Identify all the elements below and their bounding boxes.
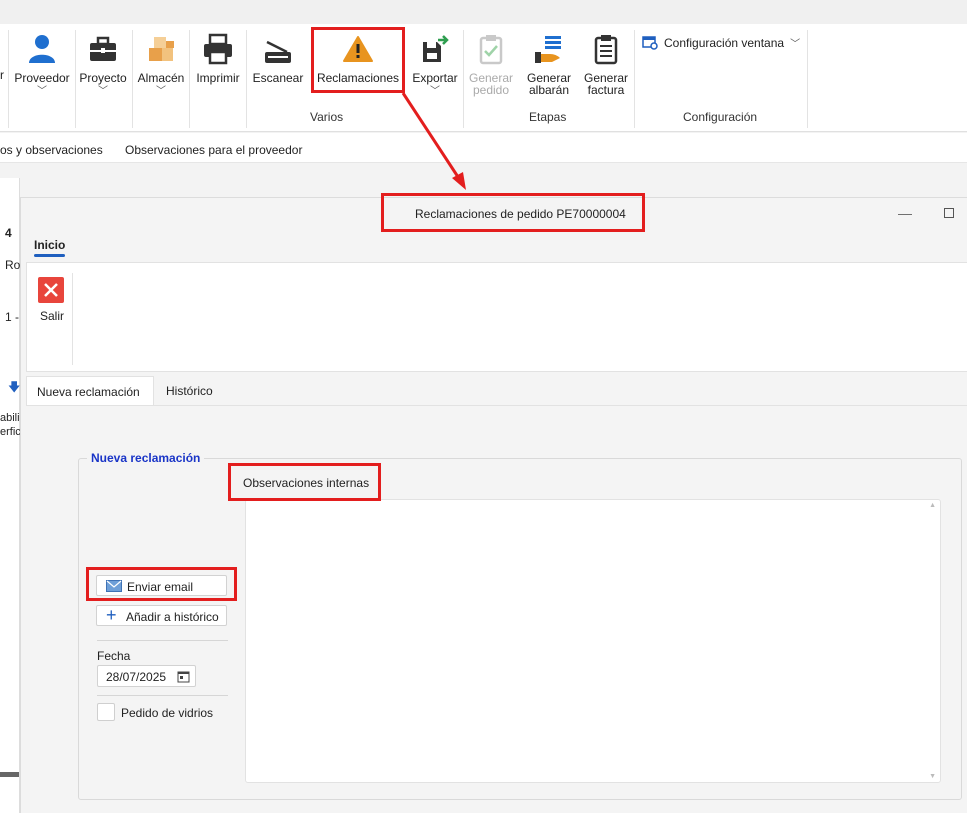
highlight-enviar-email (86, 567, 237, 601)
annotation-arrow (401, 92, 466, 190)
highlight-dialog-title (381, 193, 645, 232)
highlight-observaciones (228, 463, 381, 501)
